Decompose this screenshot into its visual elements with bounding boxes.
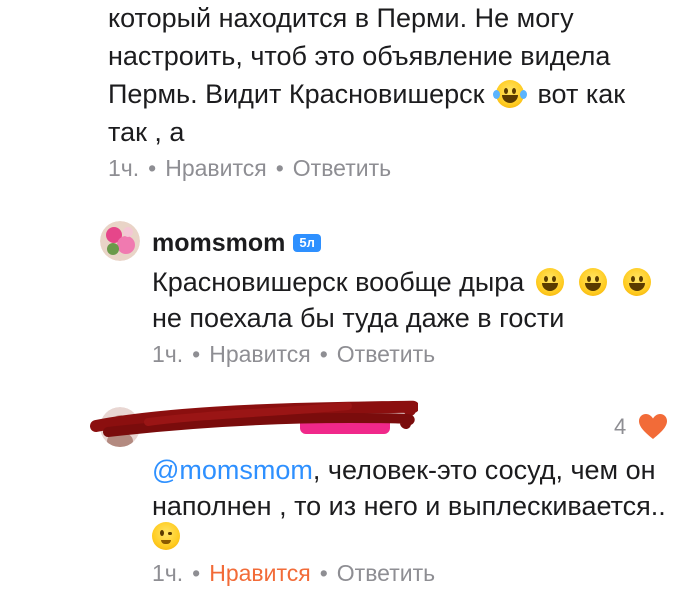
timestamp: 1ч.: [152, 341, 184, 367]
comment-text-line: не поехала бы туда даже в гости: [152, 303, 565, 333]
like-button[interactable]: Нравится: [209, 560, 311, 586]
grinning-face-icon: [622, 268, 651, 296]
reply-button[interactable]: Ответить: [337, 341, 435, 367]
redaction-scribble: [90, 400, 418, 437]
like-count: 4: [614, 414, 627, 439]
comment-text: Пермь. Видит Красновишерск: [108, 79, 485, 109]
grinning-face-icon: [535, 268, 564, 296]
comment-meta: 1ч. • Нравится • Ответить: [152, 341, 436, 367]
reply-button[interactable]: Ответить: [337, 560, 435, 586]
timestamp: 1ч.: [108, 155, 140, 181]
comment-header: momsmom 5л: [152, 228, 321, 258]
grinning-face-icon: [579, 268, 608, 296]
comment-text-line: который находится в Перми. Не могу: [108, 3, 574, 33]
comment-meta: 1ч. • Нравится • Ответить: [152, 560, 436, 586]
timestamp: 1ч.: [152, 560, 184, 586]
heart-icon[interactable]: [639, 414, 667, 440]
comment-text-line: [152, 522, 180, 550]
avatar[interactable]: [100, 221, 140, 261]
comment-text-line: настроить, чтоб это объявление видела: [108, 41, 611, 71]
comment-meta: 1ч. • Нравится • Ответить: [108, 155, 392, 181]
like-button[interactable]: Нравится: [165, 155, 267, 181]
like-button[interactable]: Нравится: [209, 341, 311, 367]
username[interactable]: momsmom: [152, 229, 285, 257]
winking-face-icon: [152, 522, 180, 550]
comment-text-line: так , а: [108, 117, 185, 147]
reply-button[interactable]: Ответить: [293, 155, 391, 181]
comment-text: , человек-это сосуд, чем он: [312, 455, 656, 485]
comment-text-line: Пермь. Видит Красновишерск вот как: [108, 76, 625, 112]
comment-text-line: Красновишерск вообще дыра: [152, 264, 651, 300]
mention-link[interactable]: @momsmom: [152, 455, 313, 485]
comment-text-line: @momsmom, человек-это сосуд, чем он: [152, 452, 656, 488]
user-badge: 5л: [293, 234, 321, 252]
face-with-tears-of-joy-icon: [493, 80, 527, 108]
comment-text: вот как: [537, 79, 626, 109]
comment-text-line: наполнен , то из него и выплескивается..: [152, 491, 666, 521]
comment-text: Красновишерск вообще дыра: [152, 267, 525, 297]
